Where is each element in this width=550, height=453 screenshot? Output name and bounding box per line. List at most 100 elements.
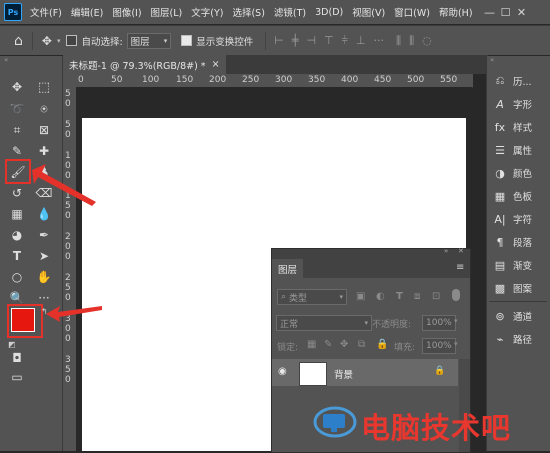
ruler-label: 300 xyxy=(275,75,293,85)
document-tab[interactable]: 未标题-1 @ 79.3%(RGB/8#) * × xyxy=(63,55,226,74)
menu-edit[interactable]: 编辑(E) xyxy=(71,5,103,19)
menu-layer[interactable]: 图层(L) xyxy=(151,5,183,19)
opacity-input[interactable]: 100% xyxy=(422,315,456,331)
pixel-filter-icon[interactable]: ▣ xyxy=(356,291,365,302)
lasso-tool-icon[interactable]: ➰ xyxy=(8,101,26,117)
type-tool-icon[interactable]: T xyxy=(8,248,26,264)
panel-label: 路径 xyxy=(513,335,533,346)
frame-tool-icon[interactable]: ⊠ xyxy=(35,122,53,138)
close-button[interactable]: ✕ xyxy=(514,6,530,19)
tab-layers[interactable]: 图层 xyxy=(272,259,304,278)
ruler-label: 0 xyxy=(65,375,71,385)
home-icon[interactable]: ⌂ xyxy=(14,33,23,49)
collapse-icon[interactable]: » xyxy=(444,247,448,255)
menu-help[interactable]: 帮助(H) xyxy=(439,5,473,19)
layer-name[interactable]: 背景 xyxy=(334,367,353,381)
ruler-label: 3 xyxy=(65,355,71,365)
panel-history[interactable]: ⎌ 历... xyxy=(493,74,532,88)
menu-view[interactable]: 视图(V) xyxy=(352,5,385,19)
layer-filter-select[interactable]: ⌕ 类型 ▾ xyxy=(277,289,347,305)
screen-mode-icon[interactable]: ▭ xyxy=(8,369,26,385)
quick-select-icon[interactable]: ⍟ xyxy=(35,101,53,117)
eye-icon[interactable]: ◉ xyxy=(278,366,287,377)
history-brush-icon[interactable]: ↺ xyxy=(8,185,26,201)
type-icon: A| xyxy=(494,212,506,226)
menu-window[interactable]: 窗口(W) xyxy=(394,5,430,19)
document-title: 未标题-1 @ 79.3%(RGB/8#) * xyxy=(69,60,206,72)
menu-filter[interactable]: 滤镜(T) xyxy=(274,5,306,19)
ruler-label: 5 xyxy=(65,365,71,375)
smart-object-filter-icon[interactable]: ⊡ xyxy=(432,291,440,302)
collapse-icon[interactable]: « xyxy=(490,56,494,64)
menu-type[interactable]: 文字(Y) xyxy=(191,5,223,19)
panel-properties[interactable]: ☰ 属性 xyxy=(493,143,532,158)
align-middle-icon[interactable]: ⫩ xyxy=(342,34,348,48)
panel-label: 样式 xyxy=(513,123,533,134)
panel-swatches[interactable]: ▦ 色板 xyxy=(493,189,533,204)
show-transform-checkbox[interactable] xyxy=(181,35,193,46)
menu-icon[interactable]: ≡ xyxy=(456,262,464,273)
adjustment-filter-icon[interactable]: ◐ xyxy=(376,291,385,302)
more-options-icon[interactable]: ··· xyxy=(374,34,385,47)
ellipse-tool-icon[interactable]: ○ xyxy=(8,269,26,285)
panel-glyphs[interactable]: A 字形 xyxy=(493,97,532,112)
align-right-icon[interactable]: ⊣ xyxy=(306,34,316,47)
align-top-icon[interactable]: ⊤ xyxy=(324,34,334,47)
panel-paragraph[interactable]: ¶ 段落 xyxy=(493,235,533,250)
panel-character[interactable]: A| 字符 xyxy=(493,212,532,227)
menu-image[interactable]: 图像(I) xyxy=(112,5,141,19)
collapse-icon[interactable]: « xyxy=(4,56,8,64)
eyedropper-icon[interactable]: ✎ xyxy=(8,143,26,159)
menu-file[interactable]: 文件(F) xyxy=(30,5,62,19)
filter-toggle[interactable] xyxy=(452,289,460,301)
move-tool-icon[interactable]: ✥ xyxy=(8,79,26,95)
brush-tool-icon[interactable]: 🖌 xyxy=(5,159,31,184)
chevron-down-icon[interactable]: ▾ xyxy=(57,37,61,45)
chevron-down-icon[interactable]: ▾ xyxy=(454,340,458,348)
lock-all-icon[interactable]: 🔒 xyxy=(376,339,388,350)
panel-gradients[interactable]: ▤ 渐变 xyxy=(493,258,532,273)
marquee-tool-icon[interactable]: ⬚ xyxy=(35,79,53,95)
close-tab-button[interactable]: × xyxy=(212,59,220,70)
paths-icon: ⌁ xyxy=(496,332,504,346)
auto-select-checkbox[interactable] xyxy=(66,35,78,46)
3d-mode-icon[interactable]: ◌ xyxy=(422,34,432,47)
panel-patterns[interactable]: ▩ 图案 xyxy=(493,281,532,296)
panel-label: 色板 xyxy=(513,192,533,203)
align-bottom-icon[interactable]: ⊥ xyxy=(356,34,366,47)
auto-select-dropdown[interactable]: 图层 ▾ xyxy=(126,32,172,49)
minimize-button[interactable]: — xyxy=(482,6,498,19)
panel-color[interactable]: ◑ 颜色 xyxy=(493,166,532,181)
panel-label: 通道 xyxy=(513,312,533,323)
type-filter-icon[interactable]: T xyxy=(396,291,403,302)
lock-image-icon[interactable]: ✎ xyxy=(324,339,332,350)
ruler-label: 550 xyxy=(440,75,458,85)
channels-icon: ⊚ xyxy=(495,309,505,323)
gradient-tool-icon[interactable]: ▦ xyxy=(8,206,26,222)
crop-tool-icon[interactable]: ⌗ xyxy=(8,122,26,138)
panel-paths[interactable]: ⌁ 路径 xyxy=(493,332,533,347)
panel-channels[interactable]: ⊚ 通道 xyxy=(493,309,533,324)
distribute-icon[interactable]: ⫼ xyxy=(396,34,401,48)
default-colors-icon[interactable]: ◩ xyxy=(8,340,16,349)
shape-filter-icon[interactable]: ⧈ xyxy=(414,291,420,302)
lock-artboard-icon[interactable]: ⧉ xyxy=(358,339,365,350)
close-icon[interactable]: ✕ xyxy=(458,247,464,255)
chevron-down-icon[interactable]: ▾ xyxy=(454,317,458,325)
dodge-tool-icon[interactable]: ◕ xyxy=(8,227,26,243)
quick-mask-icon[interactable]: ◘ xyxy=(8,350,26,366)
blend-mode-select[interactable]: 正常 ▾ xyxy=(276,315,372,331)
arrow-to-foreground-color xyxy=(46,306,102,322)
menu-select[interactable]: 选择(S) xyxy=(232,5,264,19)
align-center-icon[interactable]: ╪ xyxy=(292,34,299,47)
move-tool-icon[interactable]: ✥ xyxy=(42,34,52,48)
lock-transparent-icon[interactable]: ▦ xyxy=(307,339,316,350)
maximize-button[interactable]: ☐ xyxy=(498,6,514,19)
fill-input[interactable]: 100% xyxy=(422,338,456,354)
menu-3d[interactable]: 3D(D) xyxy=(315,7,343,18)
align-left-icon[interactable]: ⊢ xyxy=(274,34,284,47)
distribute-icon[interactable]: ⫼ xyxy=(409,34,414,48)
lock-position-icon[interactable]: ✥ xyxy=(340,339,348,350)
divider xyxy=(489,301,547,302)
panel-styles[interactable]: fx 样式 xyxy=(493,120,533,135)
